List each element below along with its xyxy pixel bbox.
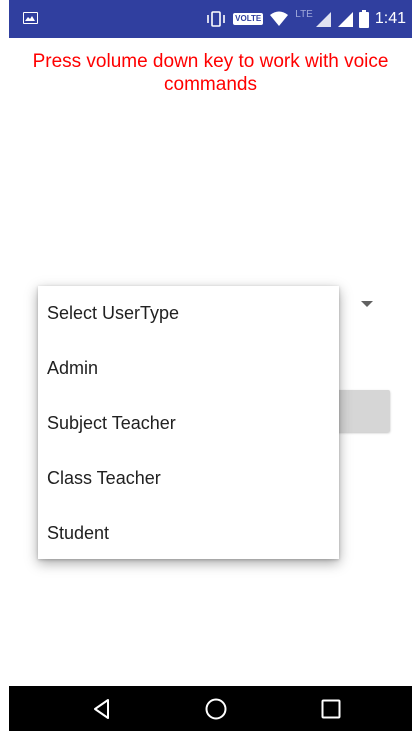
- dropdown-option-admin[interactable]: Admin: [38, 341, 339, 396]
- status-bar: VOLTE LTE 1:41: [9, 0, 412, 38]
- back-icon[interactable]: [90, 697, 114, 721]
- volte-icon: VOLTE: [233, 13, 264, 25]
- dropdown-option-subject-teacher[interactable]: Subject Teacher: [38, 396, 339, 451]
- vibrate-icon: [207, 11, 225, 27]
- battery-icon: [358, 10, 369, 28]
- clock: 1:41: [374, 10, 406, 27]
- signal-icon: [315, 11, 331, 27]
- dropdown-option-select-usertype[interactable]: Select UserType: [38, 286, 339, 341]
- wifi-icon: [270, 11, 289, 26]
- image-icon: [23, 12, 38, 24]
- recents-icon[interactable]: [319, 697, 343, 721]
- dropdown-option-student[interactable]: Student: [38, 506, 339, 561]
- voice-command-hint: Press volume down key to work with voice…: [32, 51, 389, 95]
- dropdown-option-class-teacher[interactable]: Class Teacher: [38, 451, 339, 506]
- network-type: LTE: [295, 8, 313, 20]
- dropdown-arrow-icon[interactable]: [361, 301, 373, 307]
- signal-icon: [337, 11, 353, 27]
- usertype-dropdown-menu: Select UserType Admin Subject Teacher Cl…: [38, 286, 339, 559]
- submit-button[interactable]: [330, 390, 390, 432]
- screen-edge: [0, 0, 9, 731]
- navigation-bar: [9, 686, 412, 731]
- home-icon[interactable]: [204, 697, 228, 721]
